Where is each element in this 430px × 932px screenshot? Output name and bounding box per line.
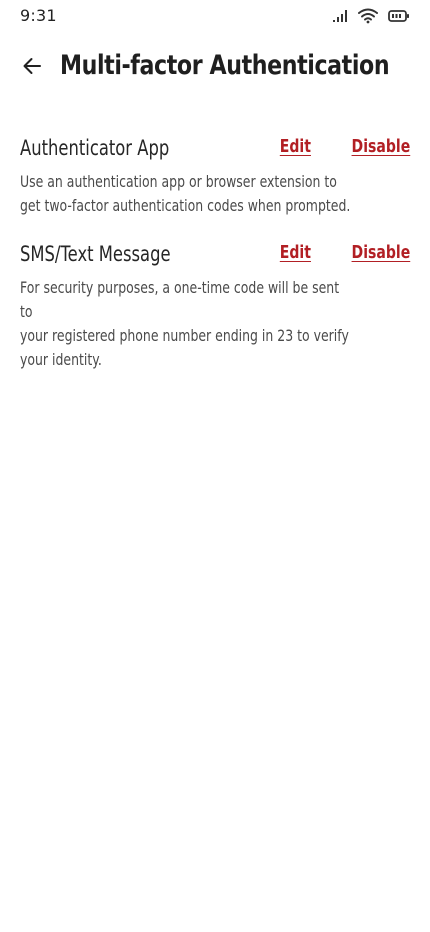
disable-link[interactable]: Disable (351, 242, 410, 263)
method-description: For security purposes, a one-time code w… (20, 276, 355, 372)
back-button[interactable] (16, 52, 48, 84)
battery-icon (388, 9, 410, 23)
edit-link[interactable]: Edit (280, 136, 311, 157)
method-title: Authenticator App (20, 136, 170, 160)
method-title: SMS/Text Message (20, 242, 171, 266)
description-line: get two-factor authentication codes when… (20, 196, 351, 215)
signal-icon (332, 9, 348, 23)
method-description: Use an authentication app or browser ext… (20, 170, 355, 218)
page-title: Multi-factor Authentication (60, 50, 390, 81)
arrow-left-icon (22, 57, 42, 80)
description-line: your identity. (20, 350, 102, 369)
status-time: 9:31 (20, 6, 57, 25)
disable-link[interactable]: Disable (351, 136, 410, 157)
status-bar: 9:31 (0, 0, 430, 34)
edit-link[interactable]: Edit (280, 242, 311, 263)
method-authenticator-app: Authenticator App Edit Disable Use an au… (20, 136, 412, 226)
method-actions: Edit Disable (271, 242, 410, 263)
description-line: your registered phone number ending in 2… (20, 326, 349, 345)
description-line: For security purposes, a one-time code w… (20, 278, 340, 321)
description-line: Use an authentication app or browser ext… (20, 172, 337, 191)
method-actions: Edit Disable (271, 136, 410, 157)
app-header: Multi-factor Authentication (0, 44, 430, 94)
status-icons (332, 8, 410, 24)
wifi-icon (358, 8, 378, 24)
method-sms: SMS/Text Message Edit Disable For securi… (20, 242, 412, 369)
